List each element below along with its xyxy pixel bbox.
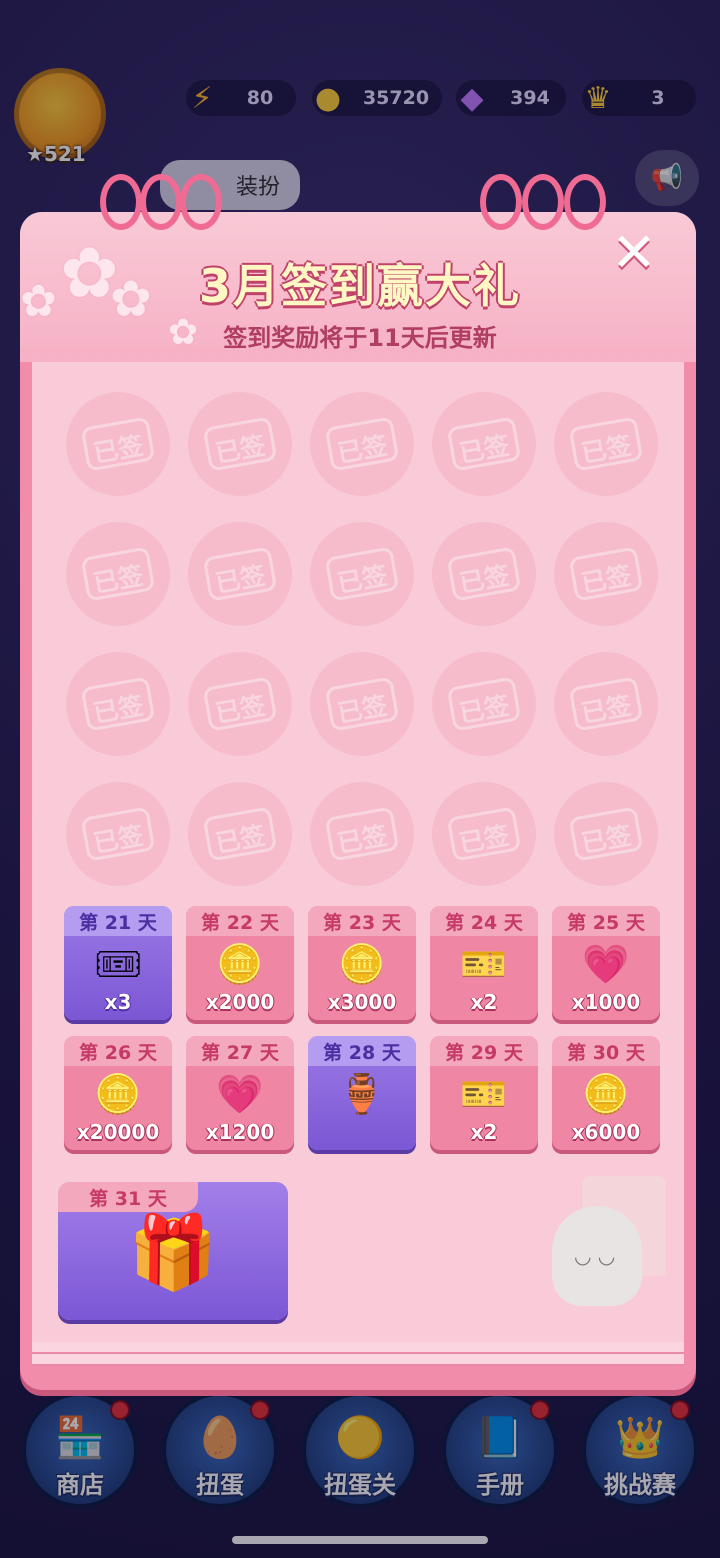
reward-item-icon: 🎟 bbox=[93, 942, 143, 986]
signed-day-19: 已签 bbox=[432, 782, 536, 886]
cat-face: ◡ ◡ bbox=[574, 1244, 616, 1268]
dialog-subtitle: 签到奖励将于11天后更新 bbox=[223, 324, 497, 352]
reward-card-day-27[interactable]: 第 27 天 💗 x1200 bbox=[186, 1036, 294, 1150]
signed-day-4: 已签 bbox=[432, 392, 536, 496]
signed-day-15: 已签 bbox=[554, 652, 658, 756]
reward-day-label: 第 29 天 bbox=[430, 1036, 538, 1066]
reward-day-label: 第 28 天 bbox=[308, 1036, 416, 1066]
binder-ring bbox=[180, 174, 222, 230]
signed-label: 已签 bbox=[213, 430, 268, 469]
signed-label: 已签 bbox=[579, 690, 634, 729]
mascot-cat-statue: ◡ ◡ bbox=[542, 1176, 682, 1326]
signed-label: 已签 bbox=[457, 690, 512, 729]
signed-day-12: 已签 bbox=[188, 652, 292, 756]
signed-label: 已签 bbox=[91, 690, 146, 729]
signed-day-5: 已签 bbox=[554, 392, 658, 496]
reward-day-label: 第 26 天 bbox=[64, 1036, 172, 1066]
signed-label: 已签 bbox=[579, 820, 634, 859]
signed-label: 已签 bbox=[457, 430, 512, 469]
signed-day-8: 已签 bbox=[310, 522, 414, 626]
page-edge bbox=[32, 1354, 684, 1366]
signed-day-18: 已签 bbox=[310, 782, 414, 886]
reward-day-label: 第 23 天 bbox=[308, 906, 416, 936]
close-icon[interactable]: ✕ bbox=[604, 221, 664, 284]
reward-amount: x20000 bbox=[76, 1120, 160, 1144]
reward-amount: x6000 bbox=[571, 1120, 641, 1144]
signed-day-9: 已签 bbox=[432, 522, 536, 626]
reward-item-icon: 🪙 bbox=[582, 1072, 630, 1116]
reward-item-icon: 🎫 bbox=[460, 942, 508, 986]
reward-amount: x1000 bbox=[571, 990, 641, 1014]
signed-label: 已签 bbox=[335, 820, 390, 859]
signed-label: 已签 bbox=[335, 690, 390, 729]
reward-card-day-30[interactable]: 第 30 天 🪙 x6000 bbox=[552, 1036, 660, 1150]
gift-box-icon: 🎁 bbox=[128, 1210, 218, 1294]
signed-label: 已签 bbox=[91, 430, 146, 469]
reward-day-label: 第 30 天 bbox=[552, 1036, 660, 1066]
reward-item-icon: 🎫 bbox=[460, 1072, 508, 1116]
signed-day-13: 已签 bbox=[310, 652, 414, 756]
reward-day-label: 第 21 天 bbox=[64, 906, 172, 936]
signed-label: 已签 bbox=[335, 560, 390, 599]
reward-day-label: 第 22 天 bbox=[186, 906, 294, 936]
binder-ring bbox=[100, 174, 142, 230]
reward-item-icon: 💗 bbox=[582, 942, 630, 986]
page-edge bbox=[32, 1342, 684, 1354]
signed-label: 已签 bbox=[457, 820, 512, 859]
reward-day-label: 第 27 天 bbox=[186, 1036, 294, 1066]
signed-day-14: 已签 bbox=[432, 652, 536, 756]
signed-label: 已签 bbox=[91, 820, 146, 859]
reward-day-label: 第 25 天 bbox=[552, 906, 660, 936]
reward-amount: x3 bbox=[104, 990, 132, 1014]
signed-day-6: 已签 bbox=[66, 522, 170, 626]
reward-card-day-26[interactable]: 第 26 天 🪙 x20000 bbox=[64, 1036, 172, 1150]
signed-label: 已签 bbox=[91, 560, 146, 599]
reward-card-day-31[interactable]: 第 31 天 🎁 bbox=[58, 1182, 288, 1320]
reward-amount: x3000 bbox=[327, 990, 397, 1014]
signed-label: 已签 bbox=[213, 560, 268, 599]
signed-day-3: 已签 bbox=[310, 392, 414, 496]
reward-card-day-23[interactable]: 第 23 天 🪙 x3000 bbox=[308, 906, 416, 1020]
reward-amount: x2 bbox=[470, 1120, 498, 1144]
signed-day-10: 已签 bbox=[554, 522, 658, 626]
reward-card-day-25[interactable]: 第 25 天 💗 x1000 bbox=[552, 906, 660, 1020]
reward-card-day-29[interactable]: 第 29 天 🎫 x2 bbox=[430, 1036, 538, 1150]
reward-item-icon: 🪙 bbox=[216, 942, 264, 986]
reward-card-day-22[interactable]: 第 22 天 🪙 x2000 bbox=[186, 906, 294, 1020]
signed-day-16: 已签 bbox=[66, 782, 170, 886]
reward-day-label: 第 31 天 bbox=[58, 1182, 198, 1212]
signed-label: 已签 bbox=[213, 690, 268, 729]
reward-item-icon: 🪙 bbox=[338, 942, 386, 986]
reward-card-day-21[interactable]: 第 21 天 🎟 x3 bbox=[64, 906, 172, 1020]
reward-amount: x1200 bbox=[205, 1120, 275, 1144]
signed-label: 已签 bbox=[579, 430, 634, 469]
reward-item-icon: 🪙 bbox=[94, 1072, 142, 1116]
binder-ring bbox=[564, 174, 606, 230]
signed-label: 已签 bbox=[335, 430, 390, 469]
signed-day-7: 已签 bbox=[188, 522, 292, 626]
signed-day-2: 已签 bbox=[188, 392, 292, 496]
signed-day-1: 已签 bbox=[66, 392, 170, 496]
signed-day-17: 已签 bbox=[188, 782, 292, 886]
signed-day-11: 已签 bbox=[66, 652, 170, 756]
signed-label: 已签 bbox=[579, 560, 634, 599]
reward-amount: x2 bbox=[470, 990, 498, 1014]
reward-card-day-28[interactable]: 第 28 天 🏺 bbox=[308, 1036, 416, 1150]
reward-amount: x2000 bbox=[205, 990, 275, 1014]
reward-item-icon: 💗 bbox=[216, 1072, 264, 1116]
binder-ring bbox=[480, 174, 522, 230]
reward-item-icon: 🏺 bbox=[338, 1072, 386, 1116]
signed-label: 已签 bbox=[213, 820, 268, 859]
binder-ring bbox=[522, 174, 564, 230]
signed-label: 已签 bbox=[457, 560, 512, 599]
binder-ring bbox=[140, 174, 182, 230]
signed-day-20: 已签 bbox=[554, 782, 658, 886]
reward-card-day-24[interactable]: 第 24 天 🎫 x2 bbox=[430, 906, 538, 1020]
reward-day-label: 第 24 天 bbox=[430, 906, 538, 936]
